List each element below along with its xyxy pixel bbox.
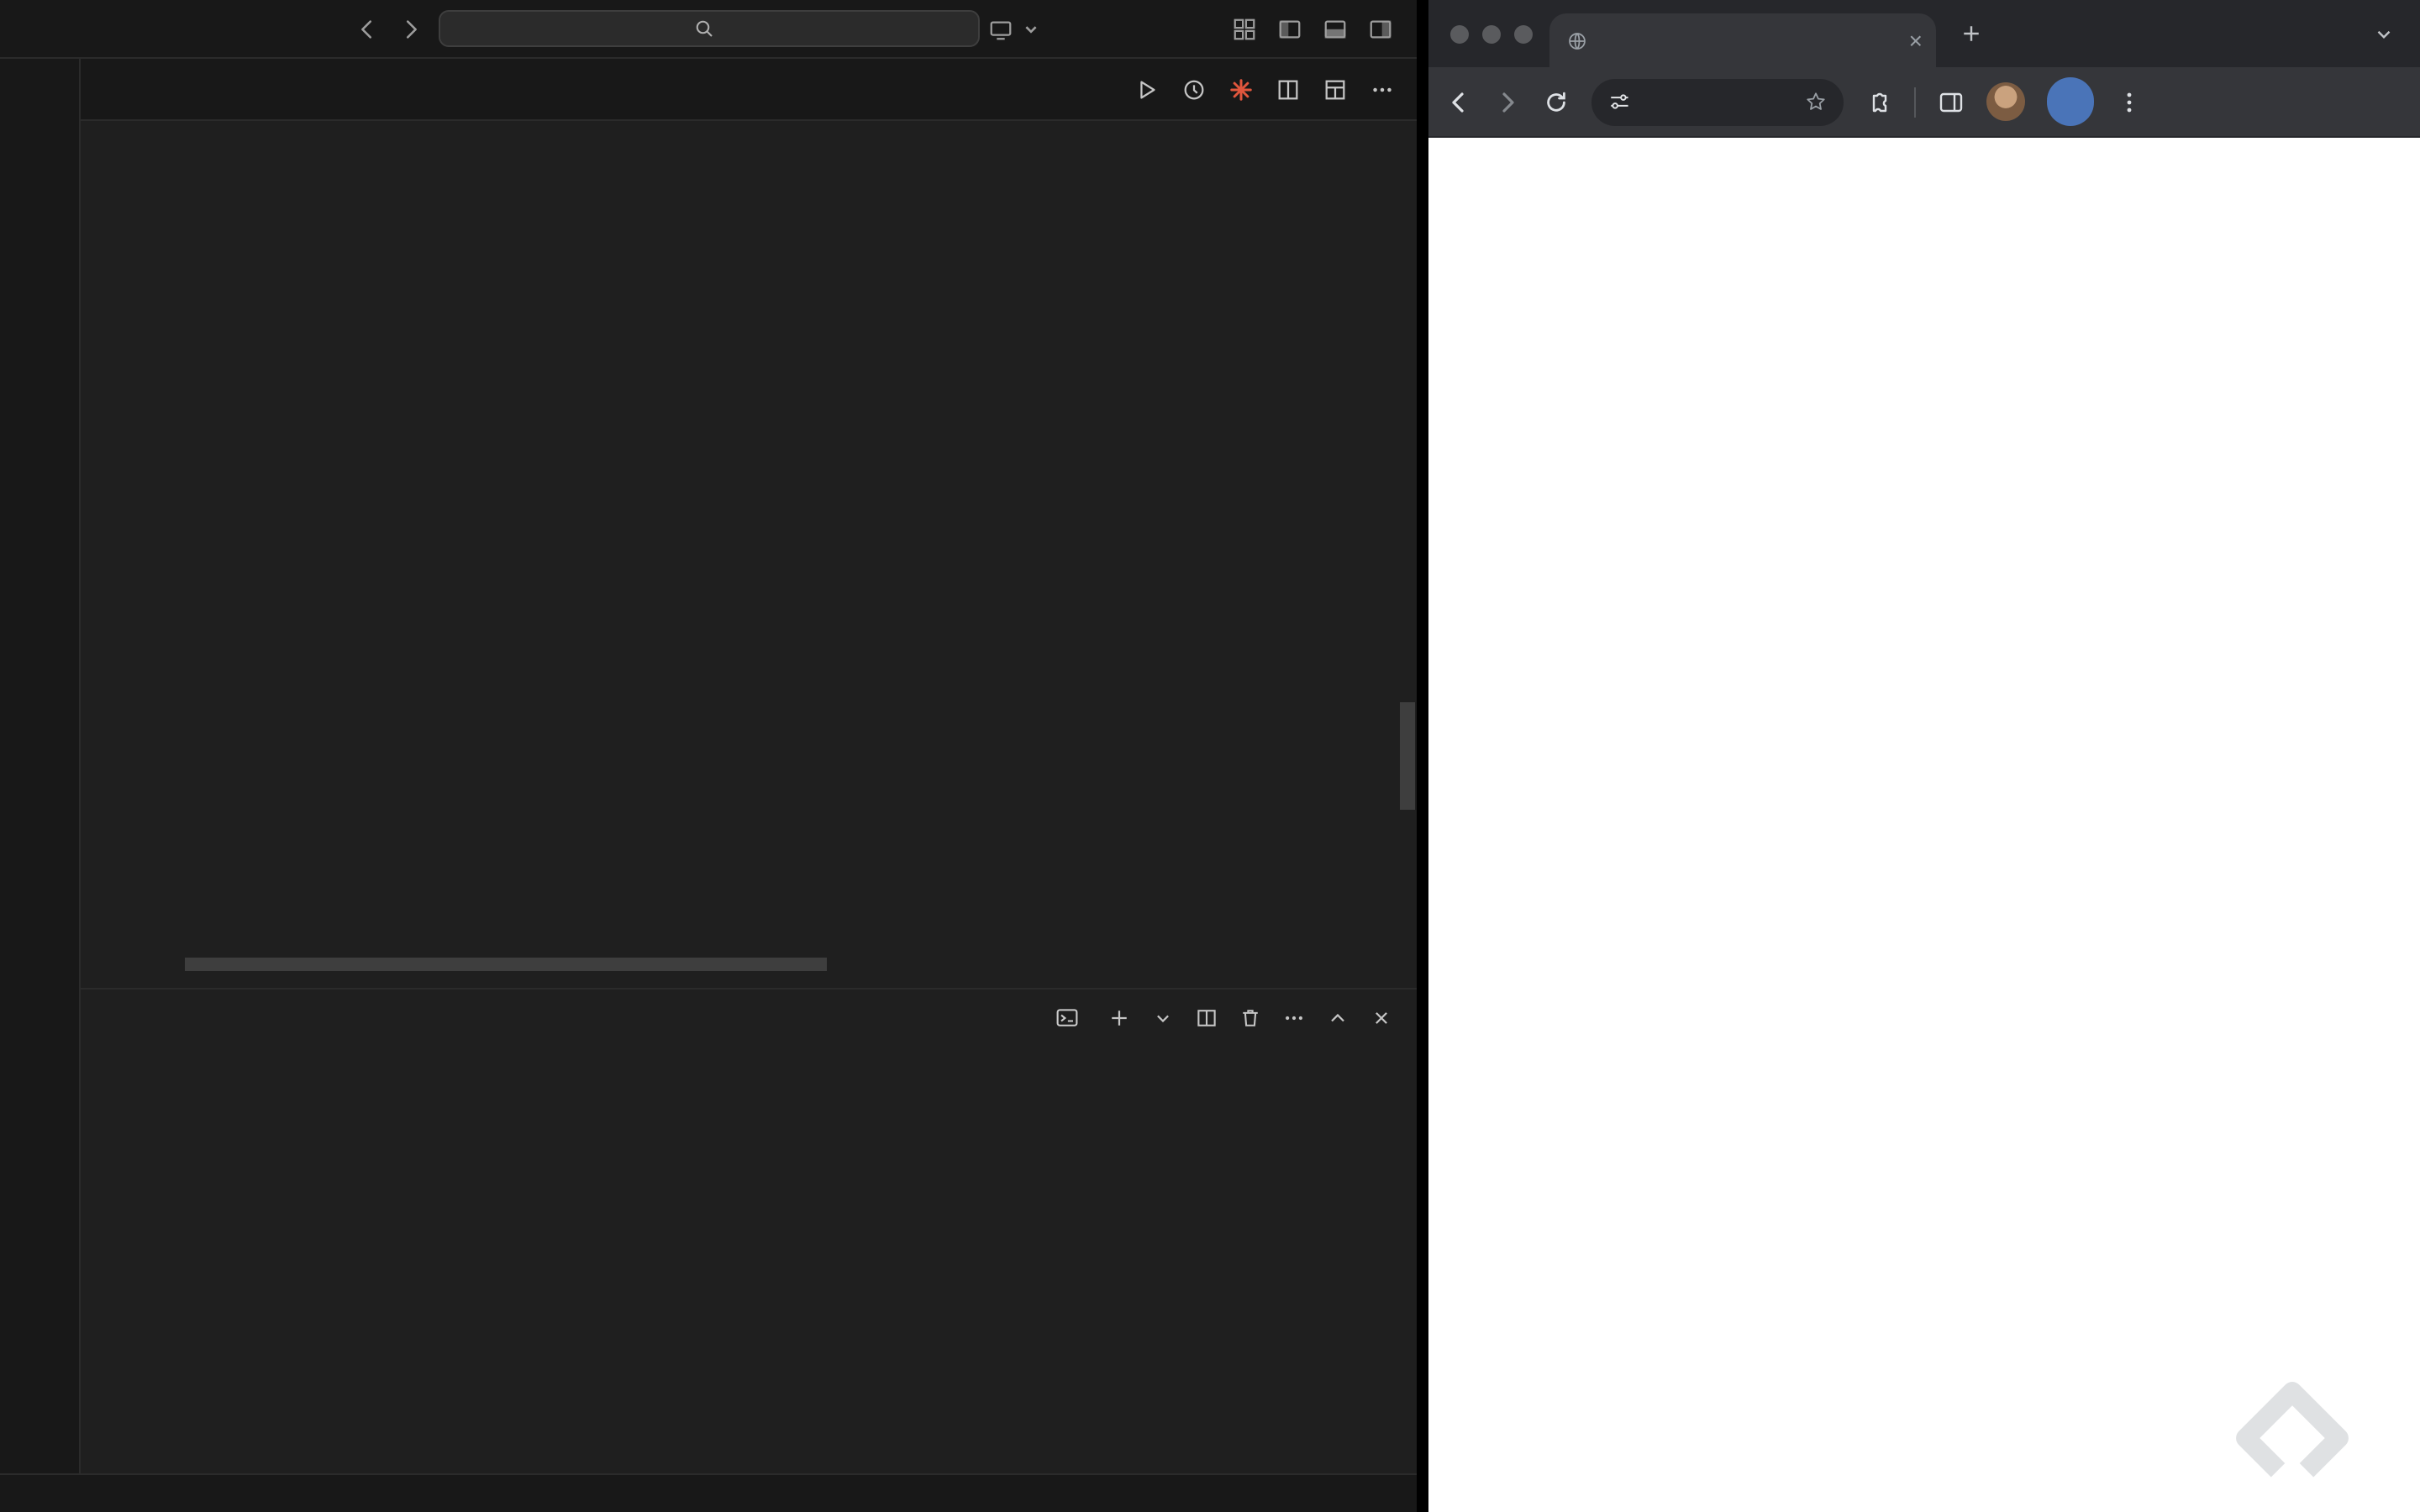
forward-arrow-icon[interactable] (398, 16, 424, 41)
editor-layout-icon[interactable] (1323, 76, 1348, 102)
split-editor-icon[interactable] (1276, 76, 1301, 102)
new-terminal-icon[interactable] (1107, 1006, 1131, 1030)
terminal-icon (1055, 1006, 1079, 1030)
screencast-icon[interactable] (988, 16, 1013, 41)
browser-back-icon[interactable] (1445, 88, 1472, 115)
toolbar-divider (1914, 87, 1916, 117)
window-controls (1450, 25, 1533, 44)
browser-toolbar (1428, 67, 2420, 138)
more-actions-icon[interactable] (1282, 1006, 1306, 1030)
extensions-puzzle-icon[interactable] (1865, 88, 1892, 115)
vscode-titlebar (0, 0, 1417, 59)
command-center-search[interactable] (438, 10, 979, 47)
panel-tabs (81, 990, 1417, 1047)
maximize-panel-icon[interactable] (1326, 1006, 1349, 1030)
browser-forward-icon[interactable] (1494, 88, 1521, 115)
platzi-watermark (2235, 1381, 2373, 1495)
browser-menu-icon[interactable] (2116, 88, 2143, 115)
split-terminal-icon[interactable] (1195, 1006, 1218, 1030)
bookmark-star-icon[interactable] (1805, 91, 1827, 113)
layout-grid-icon[interactable] (1232, 16, 1257, 41)
chevron-down-icon[interactable] (1018, 16, 1044, 41)
horizontal-scrollbar[interactable] (185, 958, 827, 971)
status-bar (0, 1473, 1417, 1512)
rendered-page (1428, 138, 2420, 1512)
editor-tabs (81, 59, 1417, 121)
chrome-window: × (1428, 0, 2420, 1512)
toggle-sidebar-left-icon[interactable] (1277, 16, 1302, 41)
kill-terminal-icon[interactable] (1239, 1006, 1262, 1030)
close-panel-icon[interactable] (1370, 1006, 1393, 1030)
globe-favicon-icon (1566, 29, 1588, 51)
site-settings-icon[interactable] (1608, 91, 1630, 113)
more-actions-icon[interactable] (1370, 76, 1395, 102)
terminal-output[interactable] (81, 1047, 1417, 1473)
profile-avatar[interactable] (1986, 82, 2025, 121)
search-icon (693, 18, 713, 39)
vertical-scrollbar[interactable] (1400, 702, 1415, 810)
toggle-panel-icon[interactable] (1323, 16, 1348, 41)
starburst-extension-icon[interactable] (1228, 76, 1254, 102)
panel-actions (1055, 1006, 1393, 1030)
code-editor[interactable] (81, 155, 1417, 988)
address-bar[interactable] (1591, 78, 1844, 125)
zoom-window-icon[interactable] (1514, 25, 1533, 44)
vscode-window (0, 0, 1417, 1512)
toggle-sidebar-right-icon[interactable] (1368, 16, 1393, 41)
editor-actions (1134, 59, 1417, 119)
browser-tab[interactable]: × (1549, 13, 1936, 67)
shell-picker[interactable] (1055, 1006, 1087, 1030)
chevron-down-icon[interactable] (1151, 1006, 1175, 1030)
run-file-icon[interactable] (1134, 76, 1160, 102)
bottom-panel (81, 988, 1417, 1473)
minimize-window-icon[interactable] (1482, 25, 1501, 44)
finish-update-button[interactable] (2047, 77, 2094, 126)
close-tab-icon[interactable]: × (1909, 27, 1923, 54)
activity-bar (0, 59, 81, 1473)
platzi-logo-icon (2236, 1382, 2349, 1478)
breadcrumb[interactable] (81, 121, 1417, 155)
close-window-icon[interactable] (1450, 25, 1469, 44)
timeline-icon[interactable] (1181, 76, 1207, 102)
desktop: × (0, 0, 2420, 1512)
reload-icon[interactable] (1543, 88, 1570, 115)
tab-search-chevron-icon[interactable] (2373, 24, 2395, 45)
browser-tab-strip: × (1428, 0, 2420, 67)
new-tab-icon[interactable] (1960, 22, 1983, 45)
side-panel-icon[interactable] (1938, 88, 1965, 115)
back-arrow-icon[interactable] (355, 16, 380, 41)
